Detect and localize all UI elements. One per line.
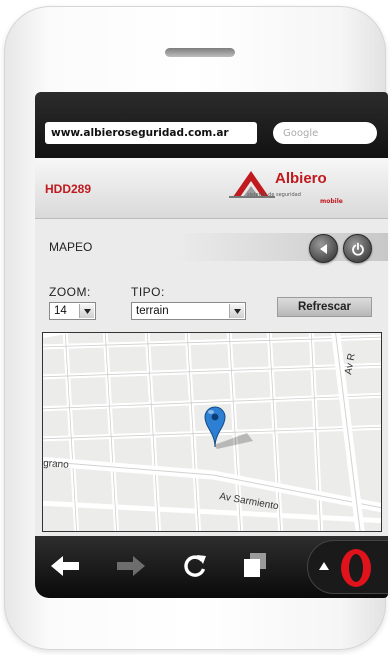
phone-frame: HDD289 Albiero sistema de seguridad mobi… [4,6,388,650]
speaker-grille [165,48,235,57]
phone-screen: HDD289 Albiero sistema de seguridad mobi… [35,92,388,598]
zoom-label: ZOOM: [49,285,91,299]
tipo-value: terrain [136,305,169,317]
back-button[interactable] [309,234,338,263]
logo-sub: mobile [320,198,343,205]
tipo-label: TIPO: [131,285,165,299]
logo-tagline: sistema de seguridad [247,192,301,198]
zoom-select[interactable]: 14 [49,302,96,320]
reload-icon[interactable] [181,552,209,580]
street-label-av-r: Av R [343,352,358,375]
street-label-grano: grano [43,458,70,471]
opera-logo-icon [341,549,371,587]
power-icon [351,242,364,256]
app-header: HDD289 Albiero sistema de seguridad mobi… [35,158,388,219]
search-input[interactable] [273,122,377,144]
back-arrow-icon[interactable] [49,554,81,578]
refresh-button[interactable]: Refrescar [277,297,372,317]
map-view[interactable]: grano Av Sarmiento Av R [42,332,382,532]
browser-toolbar [35,536,388,598]
street-label-sarmiento: Av Sarmiento [218,491,279,512]
location-marker-icon[interactable] [204,406,253,449]
tabs-icon[interactable] [241,551,269,579]
chevron-down-icon [79,304,94,318]
avenue-sarmiento [43,456,381,513]
url-input[interactable] [45,122,257,144]
albiero-logo: Albiero sistema de seguridad mobile [229,165,356,211]
chevron-down-icon [229,304,244,318]
section-title: MAPEO [49,240,93,254]
power-button[interactable] [343,234,372,263]
browser-address-bar [35,92,388,158]
tipo-select[interactable]: terrain [131,302,246,320]
opera-menu-button[interactable] [307,540,388,594]
map-tiles: grano Av Sarmiento Av R [43,333,381,531]
device-id: HDD289 [45,182,92,196]
forward-arrow-icon[interactable] [115,554,147,578]
zoom-value: 14 [54,305,67,317]
triangle-left-icon [319,243,327,254]
logo-name: Albiero [275,170,327,187]
chevron-up-icon [319,562,329,570]
